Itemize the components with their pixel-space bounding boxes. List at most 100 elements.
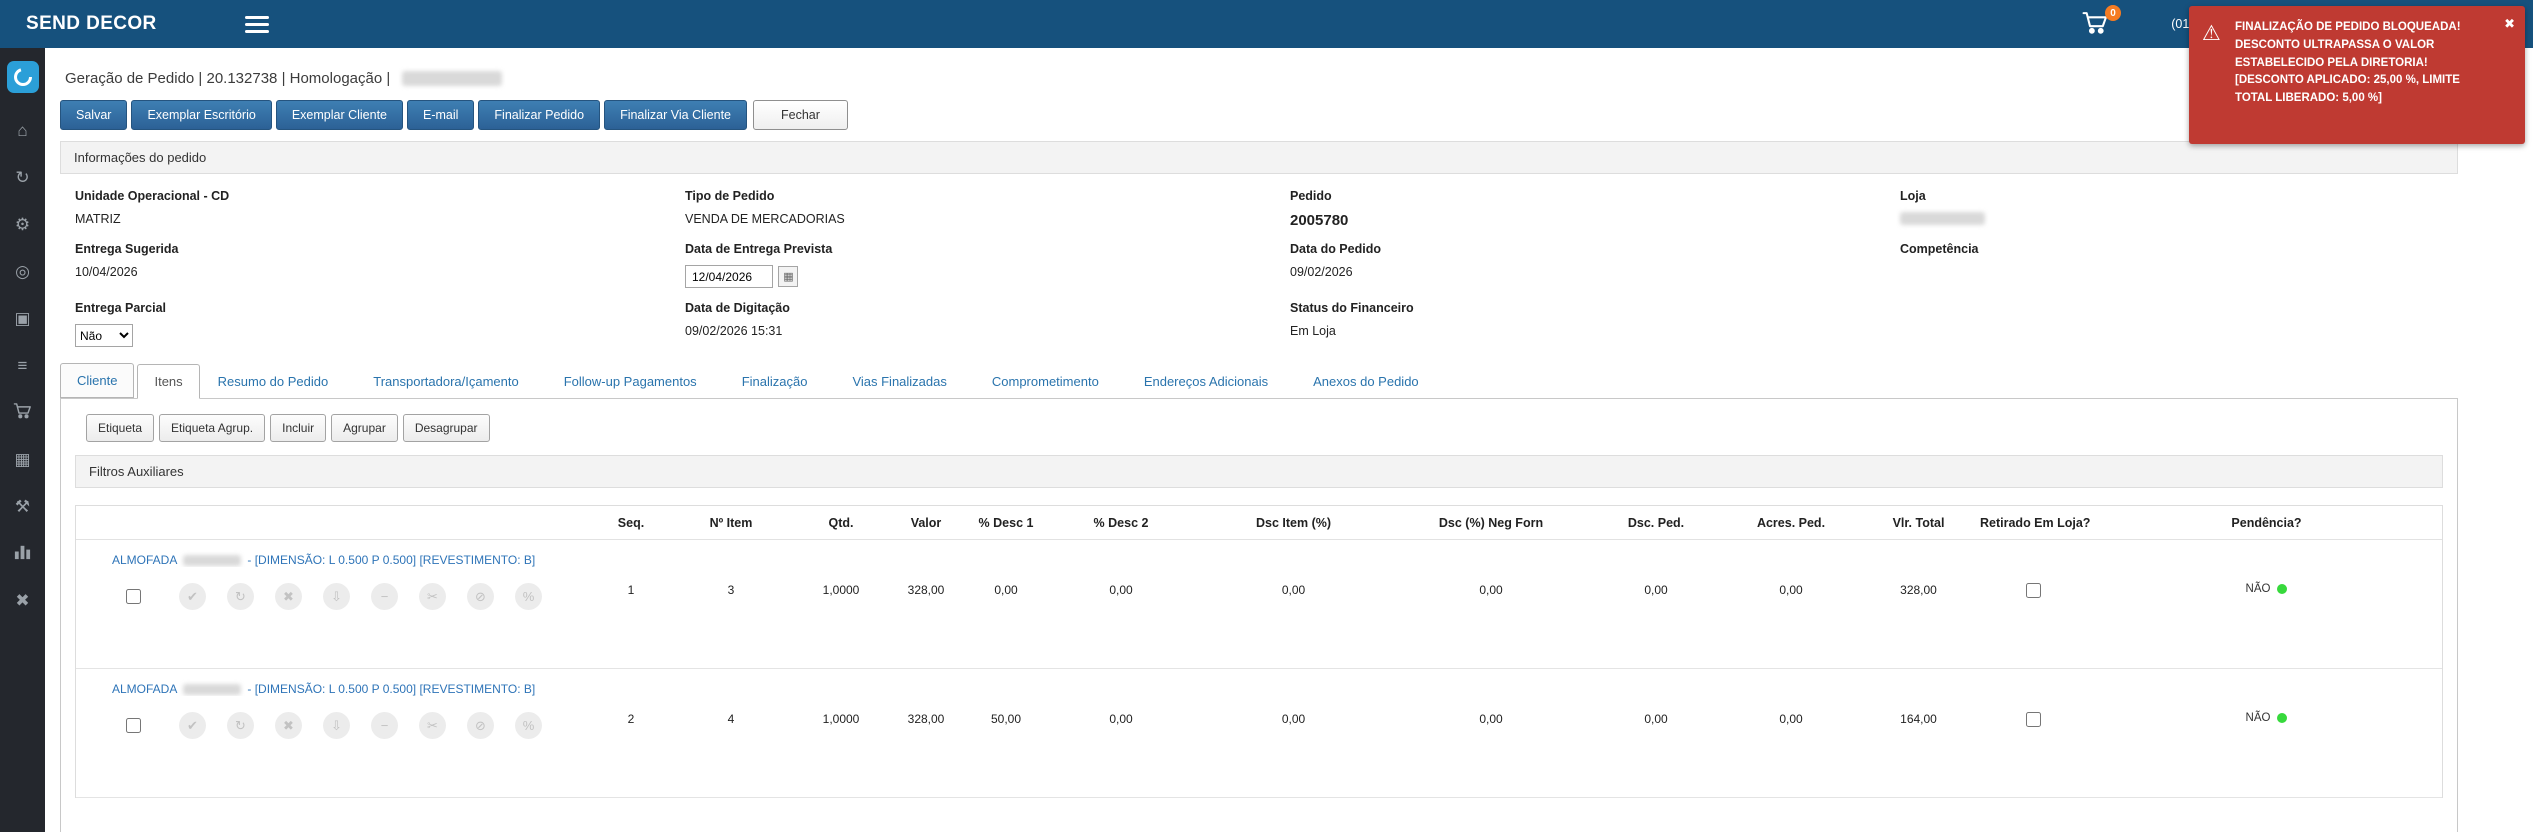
sidebar-item-support[interactable]: ◎ [0, 248, 45, 295]
settings-icon: ⚙ [15, 215, 30, 235]
incluir-button[interactable]: Incluir [270, 414, 326, 442]
col-n-item-header: Nº Item [666, 506, 796, 540]
field-label: Pedido [1290, 189, 1900, 203]
tab-comprometimento[interactable]: Comprometimento [992, 365, 1099, 398]
cart-icon [2081, 24, 2109, 38]
remove-icon[interactable]: − [371, 712, 398, 739]
refresh-icon[interactable]: ↻ [227, 712, 254, 739]
warning-icon: ⚠ [2202, 18, 2221, 51]
tab-transportadora-icamento[interactable]: Transportadora/Içamento [373, 365, 518, 398]
delete-icon[interactable]: ✖ [275, 712, 302, 739]
close-button[interactable]: Fechar [753, 100, 848, 130]
field-entrega-sugerida: Entrega Sugerida 10/04/2026 [75, 242, 685, 288]
tools-icon: ⚒ [15, 497, 30, 517]
redacted-store-value [1900, 212, 1985, 225]
cart-icon [13, 401, 32, 425]
sidebar-item-misc[interactable]: ✖ [0, 577, 45, 624]
discount-icon[interactable]: % [515, 712, 542, 739]
cart-button[interactable]: 0 [2081, 10, 2113, 38]
cell-vlr-total: 164,00 [1861, 696, 1976, 798]
block-icon[interactable]: ⊘ [467, 712, 494, 739]
finish-order-button[interactable]: Finalizar Pedido [478, 100, 600, 130]
field-label: Loja [1900, 189, 2458, 203]
entrega-parcial-select[interactable]: Não [75, 324, 133, 347]
sidebar-item-filters[interactable]: ≡ [0, 342, 45, 389]
col-pendencia-header: Pendência? [2091, 506, 2442, 540]
page-title: Geração de Pedido | 20.132738 | Homologa… [65, 70, 2458, 87]
tab-follow-up-pagamentos[interactable]: Follow-up Pagamentos [564, 365, 697, 398]
delivery-date-input[interactable] [685, 265, 773, 288]
app-logo[interactable] [7, 61, 39, 93]
sidebar-item-cart[interactable] [0, 389, 45, 436]
sidebar-item-catalog[interactable]: ▦ [0, 436, 45, 483]
tab-itens[interactable]: Itens [137, 364, 199, 399]
col-desc2-header: % Desc 2 [1046, 506, 1196, 540]
product-description: - [DIMENSÃO: L 0.500 P 0.500] [REVESTIME… [247, 682, 535, 696]
items-panel: Etiqueta Etiqueta Agrup. Incluir Agrupar… [60, 398, 2458, 832]
etiqueta-agrup-button[interactable]: Etiqueta Agrup. [159, 414, 265, 442]
delete-icon[interactable]: ✖ [275, 583, 302, 610]
sidebar-item-media[interactable]: ▣ [0, 295, 45, 342]
col-dsc-ped-header: Dsc. Ped. [1591, 506, 1721, 540]
product-link[interactable]: ALMOFADA [112, 553, 177, 567]
row-select-checkbox[interactable] [126, 718, 141, 733]
sidebar-item-reports[interactable] [0, 530, 45, 577]
move-down-icon[interactable]: ⇩ [323, 583, 350, 610]
retirado-checkbox[interactable] [2026, 583, 2041, 598]
order-info-header: Informações do pedido [60, 141, 2458, 174]
sidebar-item-tools[interactable]: ⚒ [0, 483, 45, 530]
office-copy-button[interactable]: Exemplar Escritório [131, 100, 271, 130]
approve-icon[interactable]: ✔ [179, 583, 206, 610]
cut-icon[interactable]: ✂ [419, 583, 446, 610]
cut-icon[interactable]: ✂ [419, 712, 446, 739]
retirado-checkbox[interactable] [2026, 712, 2041, 727]
sidebar-item-settings[interactable]: ⚙ [0, 201, 45, 248]
alert-close-icon[interactable]: ✖ [2504, 14, 2515, 34]
tab-finalizacao[interactable]: Finalização [742, 365, 808, 398]
discount-icon[interactable]: % [515, 583, 542, 610]
product-description: - [DIMENSÃO: L 0.500 P 0.500] [REVESTIME… [247, 553, 535, 567]
approve-icon[interactable]: ✔ [179, 712, 206, 739]
calendar-icon[interactable]: ▦ [778, 266, 798, 287]
field-label: Data de Digitação [685, 301, 1290, 315]
finish-via-client-button[interactable]: Finalizar Via Cliente [604, 100, 747, 130]
cell-valor: 328,00 [886, 696, 966, 798]
cell-dsc-item: 0,00 [1196, 696, 1391, 798]
field-label: Status do Financeiro [1290, 301, 1900, 315]
save-button[interactable]: Salvar [60, 100, 127, 130]
product-link[interactable]: ALMOFADA [112, 682, 177, 696]
email-button[interactable]: E-mail [407, 100, 474, 130]
cell-dsc-ped: 0,00 [1591, 696, 1721, 798]
auxiliary-filters-toggle[interactable]: Filtros Auxiliares [75, 455, 2443, 488]
redacted-title-text [402, 71, 502, 86]
tab-enderecos-adicionais[interactable]: Endereços Adicionais [1144, 365, 1268, 398]
etiqueta-button[interactable]: Etiqueta [86, 414, 154, 442]
client-copy-button[interactable]: Exemplar Cliente [276, 100, 403, 130]
field-value: Em Loja [1290, 324, 1900, 338]
menu-icon[interactable] [245, 12, 269, 37]
field-entrega-parcial: Entrega Parcial Não [75, 301, 685, 347]
row-select-checkbox[interactable] [126, 589, 141, 604]
col-dsc-item-header: Dsc Item (%) [1196, 506, 1391, 540]
move-down-icon[interactable]: ⇩ [323, 712, 350, 739]
tab-resumo-do-pedido[interactable]: Resumo do Pedido [218, 365, 329, 398]
agrupar-button[interactable]: Agrupar [331, 414, 398, 442]
sidebar-item-sync[interactable]: ↻ [0, 154, 45, 201]
misc-icon: ✖ [15, 591, 29, 611]
tab-cliente[interactable]: Cliente [60, 363, 134, 398]
block-icon[interactable]: ⊘ [467, 583, 494, 610]
remove-icon[interactable]: − [371, 583, 398, 610]
refresh-icon[interactable]: ↻ [227, 583, 254, 610]
cell-acres-ped: 0,00 [1721, 696, 1861, 798]
col-dsc-neg-forn-header: Dsc (%) Neg Forn [1391, 506, 1591, 540]
field-value: MATRIZ [75, 212, 685, 226]
desagrupar-button[interactable]: Desagrupar [403, 414, 490, 442]
home-icon: ⌂ [17, 121, 27, 141]
item-row: ✔ ↻ ✖ ⇩ − ✂ ⊘ % 2 4 1,00 [76, 696, 2442, 798]
field-tipo-pedido: Tipo de Pedido VENDA DE MERCADORIAS [685, 189, 1290, 229]
sidebar-item-home[interactable]: ⌂ [0, 107, 45, 154]
tab-anexos-do-pedido[interactable]: Anexos do Pedido [1313, 365, 1419, 398]
tab-vias-finalizadas[interactable]: Vias Finalizadas [852, 365, 946, 398]
field-status-financeiro: Status do Financeiro Em Loja [1290, 301, 1900, 347]
col-actions-header [76, 506, 596, 540]
